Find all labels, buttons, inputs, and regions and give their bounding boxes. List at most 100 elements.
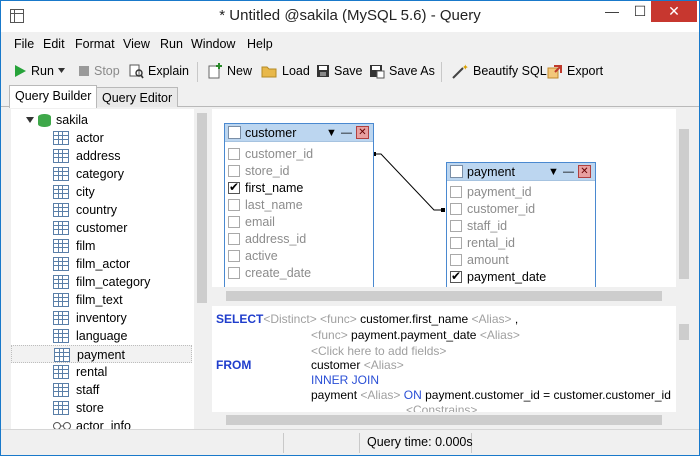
menu-edit[interactable]: Edit: [43, 37, 65, 51]
field-store-id[interactable]: store_id: [225, 163, 373, 180]
field-address-id[interactable]: address_id: [225, 231, 373, 248]
select-all-checkbox[interactable]: [450, 165, 463, 178]
field-create-date[interactable]: create_date: [225, 265, 373, 282]
field-checkbox[interactable]: [450, 186, 462, 198]
menu-file[interactable]: File: [14, 37, 34, 51]
entity-minimize-icon[interactable]: —: [341, 127, 352, 139]
field-rental-id[interactable]: rental_id: [447, 235, 595, 252]
entity-close-icon[interactable]: ✕: [356, 126, 369, 139]
run-button[interactable]: Run: [13, 62, 66, 80]
field-checkbox[interactable]: [450, 254, 462, 266]
tree-table-country[interactable]: country: [11, 201, 192, 219]
tree-table-payment[interactable]: payment: [11, 345, 192, 363]
menu-format[interactable]: Format: [75, 37, 115, 51]
sql-func-placeholder[interactable]: <func>: [320, 312, 357, 326]
field-checkbox[interactable]: [228, 250, 240, 262]
field-email[interactable]: email: [225, 214, 373, 231]
expand-arrow-icon[interactable]: [26, 117, 34, 123]
sql-field[interactable]: customer.first_name: [360, 312, 468, 326]
field-payment-date[interactable]: payment_date: [447, 269, 595, 286]
field-customer-id[interactable]: customer_id: [447, 201, 595, 218]
save-as-button[interactable]: Save As: [369, 62, 435, 80]
menu-help[interactable]: Help: [247, 37, 273, 51]
diagram-canvas[interactable]: customer ▼ — ✕ customer_id store_id firs…: [212, 109, 676, 287]
field-checkbox[interactable]: [228, 165, 240, 177]
tree-view-actor-info[interactable]: actor_info: [11, 417, 192, 429]
load-button[interactable]: Load: [261, 62, 310, 80]
entity-customer[interactable]: customer ▼ — ✕ customer_id store_id firs…: [224, 123, 374, 287]
sql-vertical-scrollbar[interactable]: [676, 306, 692, 412]
sql-alias-placeholder[interactable]: <Alias>: [360, 388, 400, 402]
tree-table-rental[interactable]: rental: [11, 363, 192, 381]
tree-table-language[interactable]: language: [11, 327, 192, 345]
minimize-button[interactable]: —: [597, 1, 627, 22]
tree-scrollbar-thumb[interactable]: [197, 113, 207, 303]
tree-table-address[interactable]: address: [11, 147, 192, 165]
sql-builder-text[interactable]: SELECT<Distinct> <func> customer.first_n…: [212, 306, 676, 412]
select-all-checkbox[interactable]: [228, 126, 241, 139]
field-amount[interactable]: amount: [447, 252, 595, 269]
dropdown-arrow-icon[interactable]: [57, 68, 66, 74]
entity-payment-header[interactable]: payment ▼ — ✕: [447, 163, 595, 181]
field-checkbox[interactable]: [450, 269, 462, 283]
menu-view[interactable]: View: [123, 37, 150, 51]
sql-alias-placeholder[interactable]: <Alias>: [480, 328, 520, 342]
menu-run[interactable]: Run: [160, 37, 183, 51]
stop-button[interactable]: Stop: [78, 62, 120, 80]
field-customer-id[interactable]: customer_id: [225, 146, 373, 163]
field-checkbox[interactable]: [228, 199, 240, 211]
tree-table-staff[interactable]: staff: [11, 381, 192, 399]
sql-vscroll-thumb[interactable]: [679, 324, 689, 340]
tree-table-city[interactable]: city: [11, 183, 192, 201]
entity-close-icon[interactable]: ✕: [578, 165, 591, 178]
sql-join-type[interactable]: INNER JOIN: [311, 372, 379, 388]
field-checkbox[interactable]: [450, 237, 462, 249]
field-payment-id[interactable]: payment_id: [447, 184, 595, 201]
sql-func-placeholder[interactable]: <func>: [311, 328, 348, 342]
field-checkbox[interactable]: [228, 180, 240, 194]
field-active[interactable]: active: [225, 248, 373, 265]
sql-alias-placeholder[interactable]: <Alias>: [471, 312, 511, 326]
sql-join-condition[interactable]: payment.customer_id = customer.customer_…: [425, 388, 671, 402]
field-checkbox[interactable]: [228, 148, 240, 160]
entity-menu-icon[interactable]: ▼: [326, 127, 337, 139]
field-checkbox[interactable]: [228, 233, 240, 245]
diagram-vscroll-thumb[interactable]: [679, 129, 689, 279]
field-checkbox[interactable]: [450, 203, 462, 215]
tree-table-film-text[interactable]: film_text: [11, 291, 192, 309]
tree-scrollbar[interactable]: [194, 109, 210, 429]
tree-table-film[interactable]: film: [11, 237, 192, 255]
explain-button[interactable]: Explain: [129, 62, 189, 80]
tree-database-node[interactable]: sakila: [11, 111, 192, 129]
diagram-hscroll-thumb[interactable]: [226, 291, 662, 301]
tree-table-category[interactable]: category: [11, 165, 192, 183]
field-checkbox[interactable]: [228, 216, 240, 228]
entity-minimize-icon[interactable]: —: [563, 166, 574, 178]
sql-field[interactable]: payment.payment_date: [351, 328, 476, 342]
tree-table-inventory[interactable]: inventory: [11, 309, 192, 327]
sql-distinct-placeholder[interactable]: <Distinct>: [263, 312, 316, 326]
save-button[interactable]: Save: [316, 62, 363, 80]
new-button[interactable]: New: [207, 62, 252, 80]
diagram-horizontal-scrollbar[interactable]: [212, 288, 676, 304]
field-checkbox[interactable]: [228, 267, 240, 279]
menu-window[interactable]: Window: [191, 37, 235, 51]
sql-table[interactable]: payment: [311, 388, 357, 402]
tree-table-actor[interactable]: actor: [11, 129, 192, 147]
close-button[interactable]: ✕: [651, 1, 697, 22]
export-button[interactable]: Export: [547, 62, 603, 80]
sql-table[interactable]: customer: [311, 358, 360, 372]
sql-constrains-placeholder[interactable]: <Constrains>: [406, 402, 477, 412]
tree-table-film-category[interactable]: film_category: [11, 273, 192, 291]
field-checkbox[interactable]: [450, 220, 462, 232]
tree-table-customer[interactable]: customer: [11, 219, 192, 237]
beautify-sql-button[interactable]: ✦ Beautify SQL: [451, 62, 547, 80]
field-first-name[interactable]: first_name: [225, 180, 373, 197]
sql-alias-placeholder[interactable]: <Alias>: [364, 358, 404, 372]
tree-table-film-actor[interactable]: film_actor: [11, 255, 192, 273]
tab-query-builder[interactable]: Query Builder: [9, 85, 98, 108]
field-last-name[interactable]: last_name: [225, 197, 373, 214]
entity-payment[interactable]: payment ▼ — ✕ payment_id customer_id sta…: [446, 162, 596, 287]
sql-hscroll-thumb[interactable]: [226, 415, 662, 425]
tree-table-store[interactable]: store: [11, 399, 192, 417]
